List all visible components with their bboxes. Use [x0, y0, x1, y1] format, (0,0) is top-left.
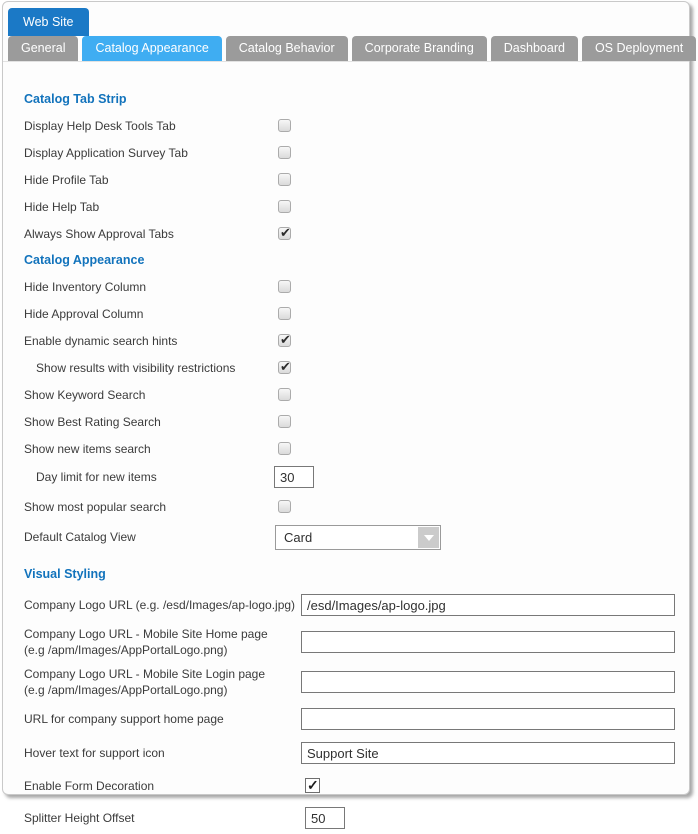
setting-row: Splitter Height Offset: [3, 802, 687, 834]
setting-label: Show new items search: [24, 442, 151, 456]
setting-label: URL for company support home page: [24, 712, 224, 726]
section-heading-catalog-appearance: Catalog Appearance: [3, 247, 687, 273]
setting-label: Enable Form Decoration: [24, 779, 154, 793]
setting-row: Hover text for support icon: [3, 736, 687, 770]
setting-row: Display Application Survey Tab: [3, 139, 687, 166]
tab-catalog-appearance[interactable]: Catalog Appearance: [82, 36, 221, 61]
default-catalog-view-value: Card: [284, 526, 312, 549]
splitter-height-offset-input[interactable]: [305, 807, 345, 829]
setting-row: Company Logo URL - Mobile Site Login pag…: [3, 662, 687, 702]
hide-profile-tab-checkbox[interactable]: [278, 173, 291, 186]
enable-form-decoration-checkbox[interactable]: [305, 778, 320, 793]
setting-row: Default Catalog View Card: [3, 521, 687, 552]
hide-inventory-column-checkbox[interactable]: [278, 280, 291, 293]
setting-label: Show results with visibility restriction…: [36, 361, 235, 375]
chevron-down-icon[interactable]: [418, 527, 439, 548]
tab-dashboard[interactable]: Dashboard: [491, 36, 578, 61]
enable-dynamic-search-hints-checkbox[interactable]: [278, 334, 291, 347]
setting-row: Display Help Desk Tools Tab: [3, 112, 687, 139]
setting-label: Splitter Height Offset: [24, 811, 135, 825]
show-best-rating-search-checkbox[interactable]: [278, 415, 291, 428]
hide-help-tab-checkbox[interactable]: [278, 200, 291, 213]
show-new-items-search-checkbox[interactable]: [278, 442, 291, 455]
setting-row: Hide Profile Tab: [3, 166, 687, 193]
setting-row: Day limit for new items: [3, 462, 687, 492]
tab-general[interactable]: General: [8, 36, 78, 61]
setting-row: Company Logo URL (e.g. /esd/Images/ap-lo…: [3, 588, 687, 622]
tab-os-deployment[interactable]: OS Deployment: [582, 36, 696, 61]
day-limit-new-items-input[interactable]: [274, 466, 314, 488]
setting-label: Display Application Survey Tab: [24, 146, 188, 160]
always-show-approval-tabs-checkbox[interactable]: [278, 227, 291, 240]
show-results-visibility-restrictions-checkbox[interactable]: [278, 361, 291, 374]
section-heading-visual-styling: Visual Styling: [3, 560, 687, 588]
setting-label: Day limit for new items: [36, 470, 157, 484]
setting-row: Always Show Approval Tabs: [3, 220, 687, 247]
setting-label: Show Keyword Search: [24, 388, 145, 402]
setting-row: Show results with visibility restriction…: [3, 354, 687, 381]
mobile-home-logo-url-input[interactable]: [301, 631, 675, 653]
setting-label: Display Help Desk Tools Tab: [24, 119, 176, 133]
section-heading-catalog-tab-strip: Catalog Tab Strip: [3, 86, 687, 112]
setting-row: Hide Inventory Column: [3, 273, 687, 300]
setting-label: Hide Help Tab: [24, 200, 99, 214]
setting-row: Show Keyword Search: [3, 381, 687, 408]
setting-label: Hide Approval Column: [24, 307, 143, 321]
settings-content: Catalog Tab Strip Display Help Desk Tool…: [3, 62, 687, 834]
setting-label: Always Show Approval Tabs: [24, 227, 174, 241]
setting-label: Default Catalog View: [24, 530, 136, 544]
tab-web-site[interactable]: Web Site: [8, 8, 89, 36]
support-home-url-input[interactable]: [301, 708, 675, 730]
setting-label: Hide Profile Tab: [24, 173, 109, 187]
mobile-login-logo-url-input[interactable]: [301, 671, 675, 693]
show-most-popular-search-checkbox[interactable]: [278, 500, 291, 513]
setting-label: Company Logo URL (e.g. /esd/Images/ap-lo…: [24, 598, 295, 612]
tab-catalog-behavior[interactable]: Catalog Behavior: [226, 36, 348, 61]
display-application-survey-tab-checkbox[interactable]: [278, 146, 291, 159]
setting-label: Hide Inventory Column: [24, 280, 146, 294]
setting-row: Show most popular search: [3, 492, 687, 521]
setting-row: Hide Help Tab: [3, 193, 687, 220]
setting-row: Hide Approval Column: [3, 300, 687, 327]
setting-label: Company Logo URL - Mobile Site Login pag…: [24, 666, 296, 698]
setting-row: Show new items search: [3, 435, 687, 462]
setting-row: URL for company support home page: [3, 702, 687, 736]
setting-row: Company Logo URL - Mobile Site Home page…: [3, 622, 687, 662]
support-hover-text-input[interactable]: [301, 742, 675, 764]
setting-label: Enable dynamic search hints: [24, 334, 177, 348]
setting-label: Hover text for support icon: [24, 746, 165, 760]
default-catalog-view-select[interactable]: Card: [275, 525, 441, 550]
hide-approval-column-checkbox[interactable]: [278, 307, 291, 320]
setting-label: Company Logo URL - Mobile Site Home page…: [24, 626, 296, 658]
settings-panel: Web Site General Catalog Appearance Cata…: [2, 1, 690, 795]
setting-row: Enable Form Decoration: [3, 770, 687, 802]
tab-strip: General Catalog Appearance Catalog Behav…: [3, 36, 689, 62]
show-keyword-search-checkbox[interactable]: [278, 388, 291, 401]
setting-row: Show Best Rating Search: [3, 408, 687, 435]
company-logo-url-input[interactable]: [301, 594, 675, 616]
setting-row: Enable dynamic search hints: [3, 327, 687, 354]
setting-label: Show most popular search: [24, 500, 166, 514]
tab-corporate-branding[interactable]: Corporate Branding: [352, 36, 487, 61]
display-help-desk-tools-tab-checkbox[interactable]: [278, 119, 291, 132]
setting-label: Show Best Rating Search: [24, 415, 161, 429]
